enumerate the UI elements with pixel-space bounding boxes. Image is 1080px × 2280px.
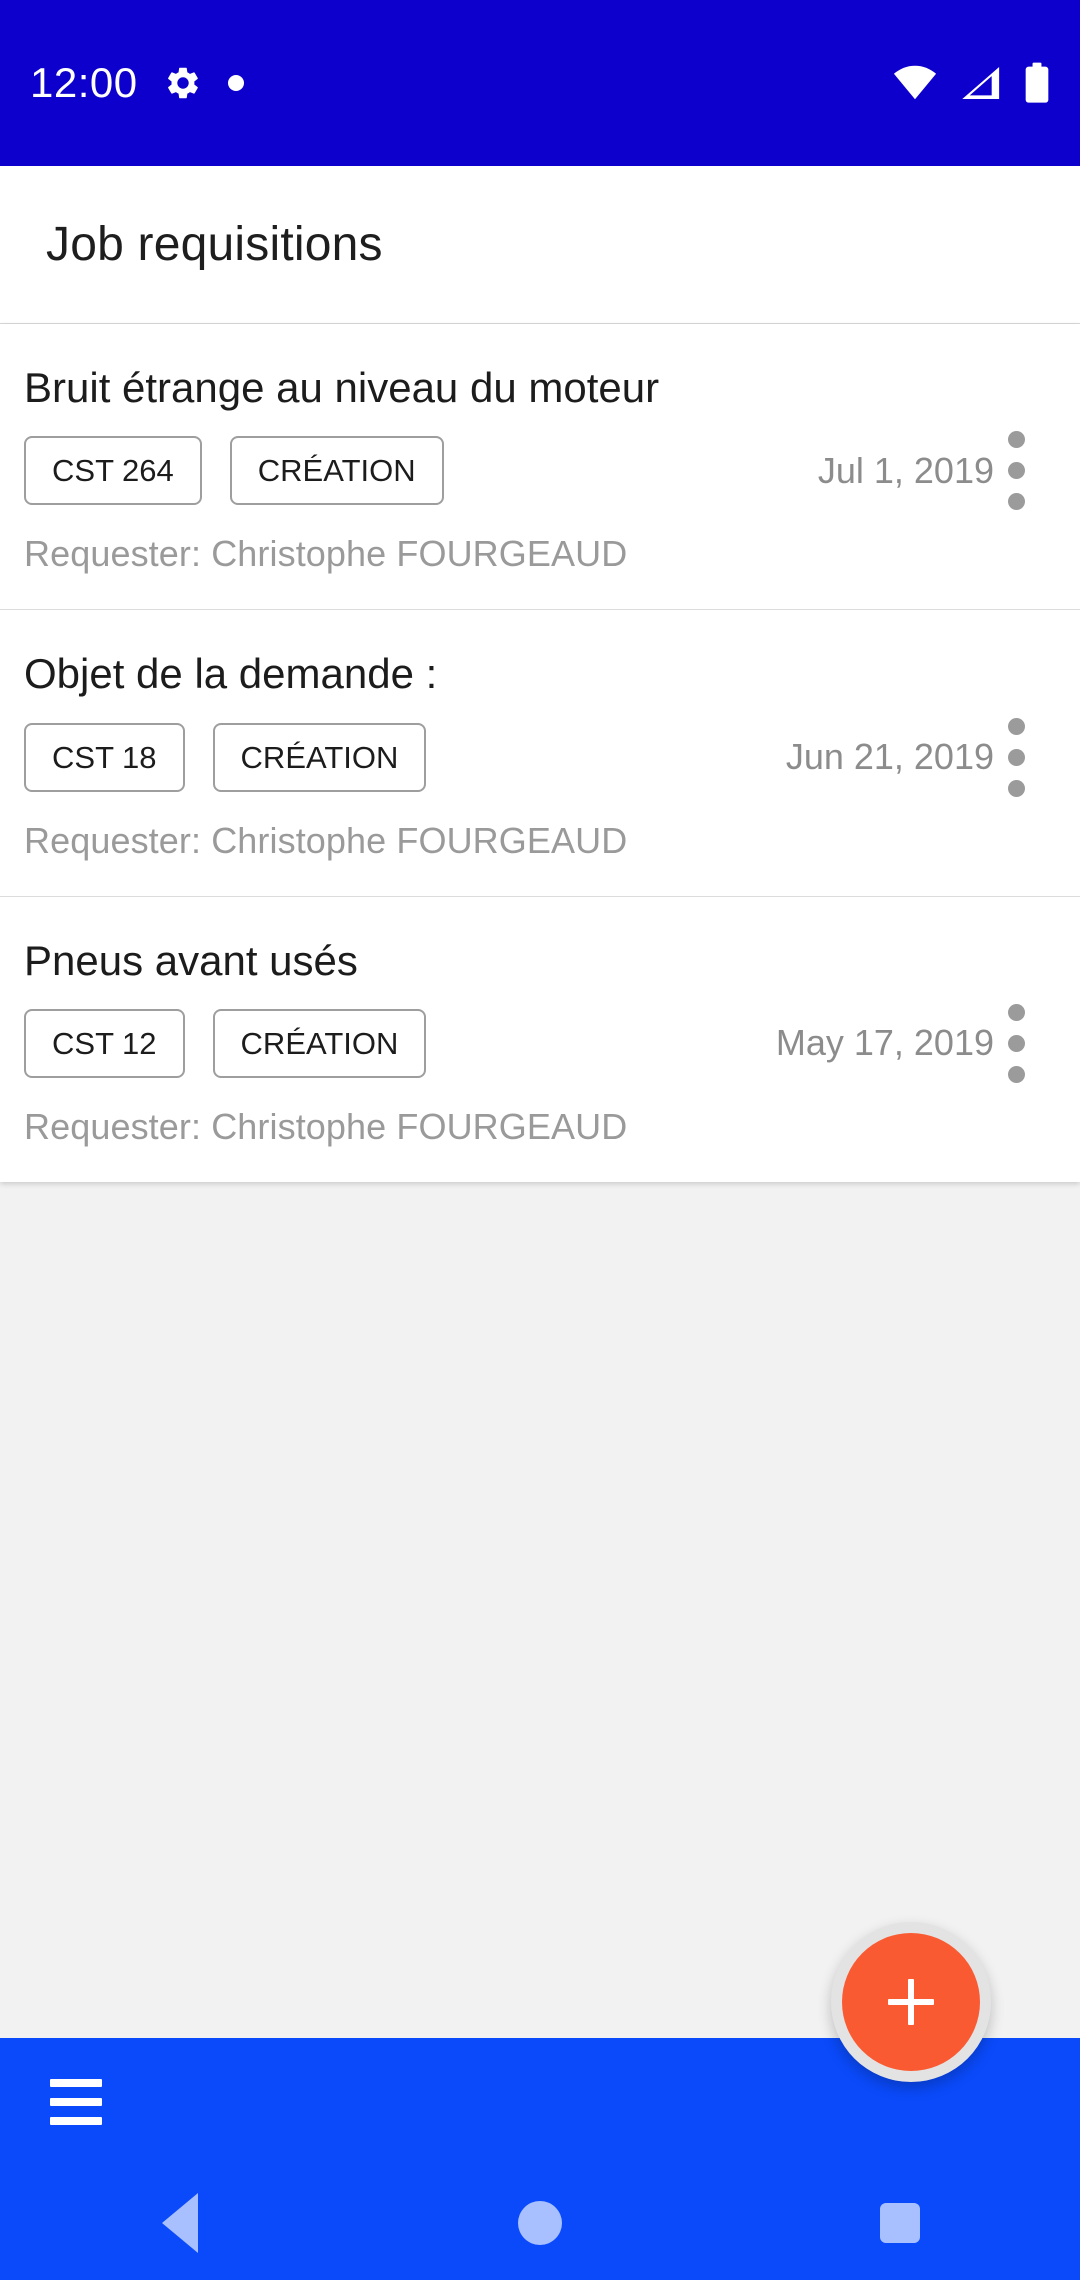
notification-dot-icon <box>227 75 244 91</box>
hamburger-line <box>50 2117 102 2125</box>
status-bar-clock: 12:00 <box>30 59 138 106</box>
nav-back-button[interactable] <box>120 2166 240 2280</box>
kebab-dot <box>1007 493 1025 511</box>
requisition-meta: CST 264 CRÉATION Jul 1, 2019 <box>24 431 1034 511</box>
gear-icon <box>167 67 198 99</box>
status-chip[interactable]: CRÉATION <box>212 722 427 792</box>
table-row[interactable]: Bruit étrange au niveau du moteur CST 26… <box>0 324 1080 609</box>
requisition-date: May 17, 2019 <box>775 1022 994 1064</box>
code-chip[interactable]: CST 18 <box>24 722 185 792</box>
more-options-icon[interactable] <box>990 717 1042 797</box>
requisition-list: Bruit étrange au niveau du moteur CST 26… <box>0 324 1080 1182</box>
phone-screen: 12:00 Job requisitions Bruit étrange au … <box>0 0 1080 2280</box>
kebab-dot <box>1007 1034 1025 1052</box>
cellular-signal-icon <box>962 66 1000 100</box>
kebab-dot <box>1007 748 1025 766</box>
plus-icon <box>888 1979 934 2025</box>
hamburger-line <box>50 2098 102 2106</box>
status-bar-right <box>892 62 1050 104</box>
hamburger-menu-icon[interactable] <box>50 2079 102 2125</box>
status-bar: 12:00 <box>0 0 1080 166</box>
requisition-date: Jun 21, 2019 <box>785 736 994 778</box>
app-bar: Job requisitions <box>0 166 1080 323</box>
nav-home-button[interactable] <box>480 2166 600 2280</box>
status-chip[interactable]: CRÉATION <box>229 436 444 506</box>
kebab-dot <box>1007 779 1025 797</box>
requester-label: Requester: Christophe FOURGEAUD <box>24 533 628 575</box>
add-requisition-fab[interactable] <box>842 1933 980 2071</box>
requisition-date: Jul 1, 2019 <box>817 449 994 491</box>
requisition-title: Bruit étrange au niveau du moteur <box>24 364 660 411</box>
requisition-title: Pneus avant usés <box>24 936 358 984</box>
home-icon <box>518 2201 562 2245</box>
status-bar-left: 12:00 <box>30 62 244 104</box>
battery-icon <box>1025 62 1049 103</box>
android-navigation-bar <box>0 2166 1080 2280</box>
table-row[interactable]: Objet de la demande : CST 18 CRÉATION Ju… <box>0 609 1080 895</box>
code-chip[interactable]: CST 264 <box>24 436 202 506</box>
code-chip[interactable]: CST 12 <box>24 1008 185 1078</box>
requester-label: Requester: Christophe FOURGEAUD <box>24 1105 628 1147</box>
status-chip[interactable]: CRÉATION <box>212 1008 427 1078</box>
nav-recents-button[interactable] <box>840 2166 960 2280</box>
fab-container <box>831 1922 991 2082</box>
chip-group: CST 12 CRÉATION <box>24 1008 427 1078</box>
page-title: Job requisitions <box>46 218 383 271</box>
requisition-meta: CST 18 CRÉATION Jun 21, 2019 <box>24 717 1034 797</box>
kebab-dot <box>1007 1065 1025 1083</box>
chip-group: CST 264 CRÉATION <box>24 436 444 506</box>
more-options-icon[interactable] <box>990 431 1042 511</box>
requisition-title: Objet de la demande : <box>24 650 438 698</box>
kebab-dot <box>1007 431 1025 449</box>
wifi-icon <box>893 65 937 100</box>
requester-label: Requester: Christophe FOURGEAUD <box>24 819 628 861</box>
chip-group: CST 18 CRÉATION <box>24 722 427 792</box>
kebab-dot <box>1007 1003 1025 1021</box>
hamburger-line <box>50 2079 102 2087</box>
recents-icon <box>880 2203 920 2243</box>
more-options-icon[interactable] <box>990 1003 1042 1083</box>
table-row[interactable]: Pneus avant usés CST 12 CRÉATION May 17,… <box>0 895 1080 1182</box>
requisition-meta: CST 12 CRÉATION May 17, 2019 <box>24 1003 1034 1083</box>
back-icon <box>162 2193 198 2253</box>
kebab-dot <box>1007 717 1025 735</box>
kebab-dot <box>1007 462 1025 480</box>
